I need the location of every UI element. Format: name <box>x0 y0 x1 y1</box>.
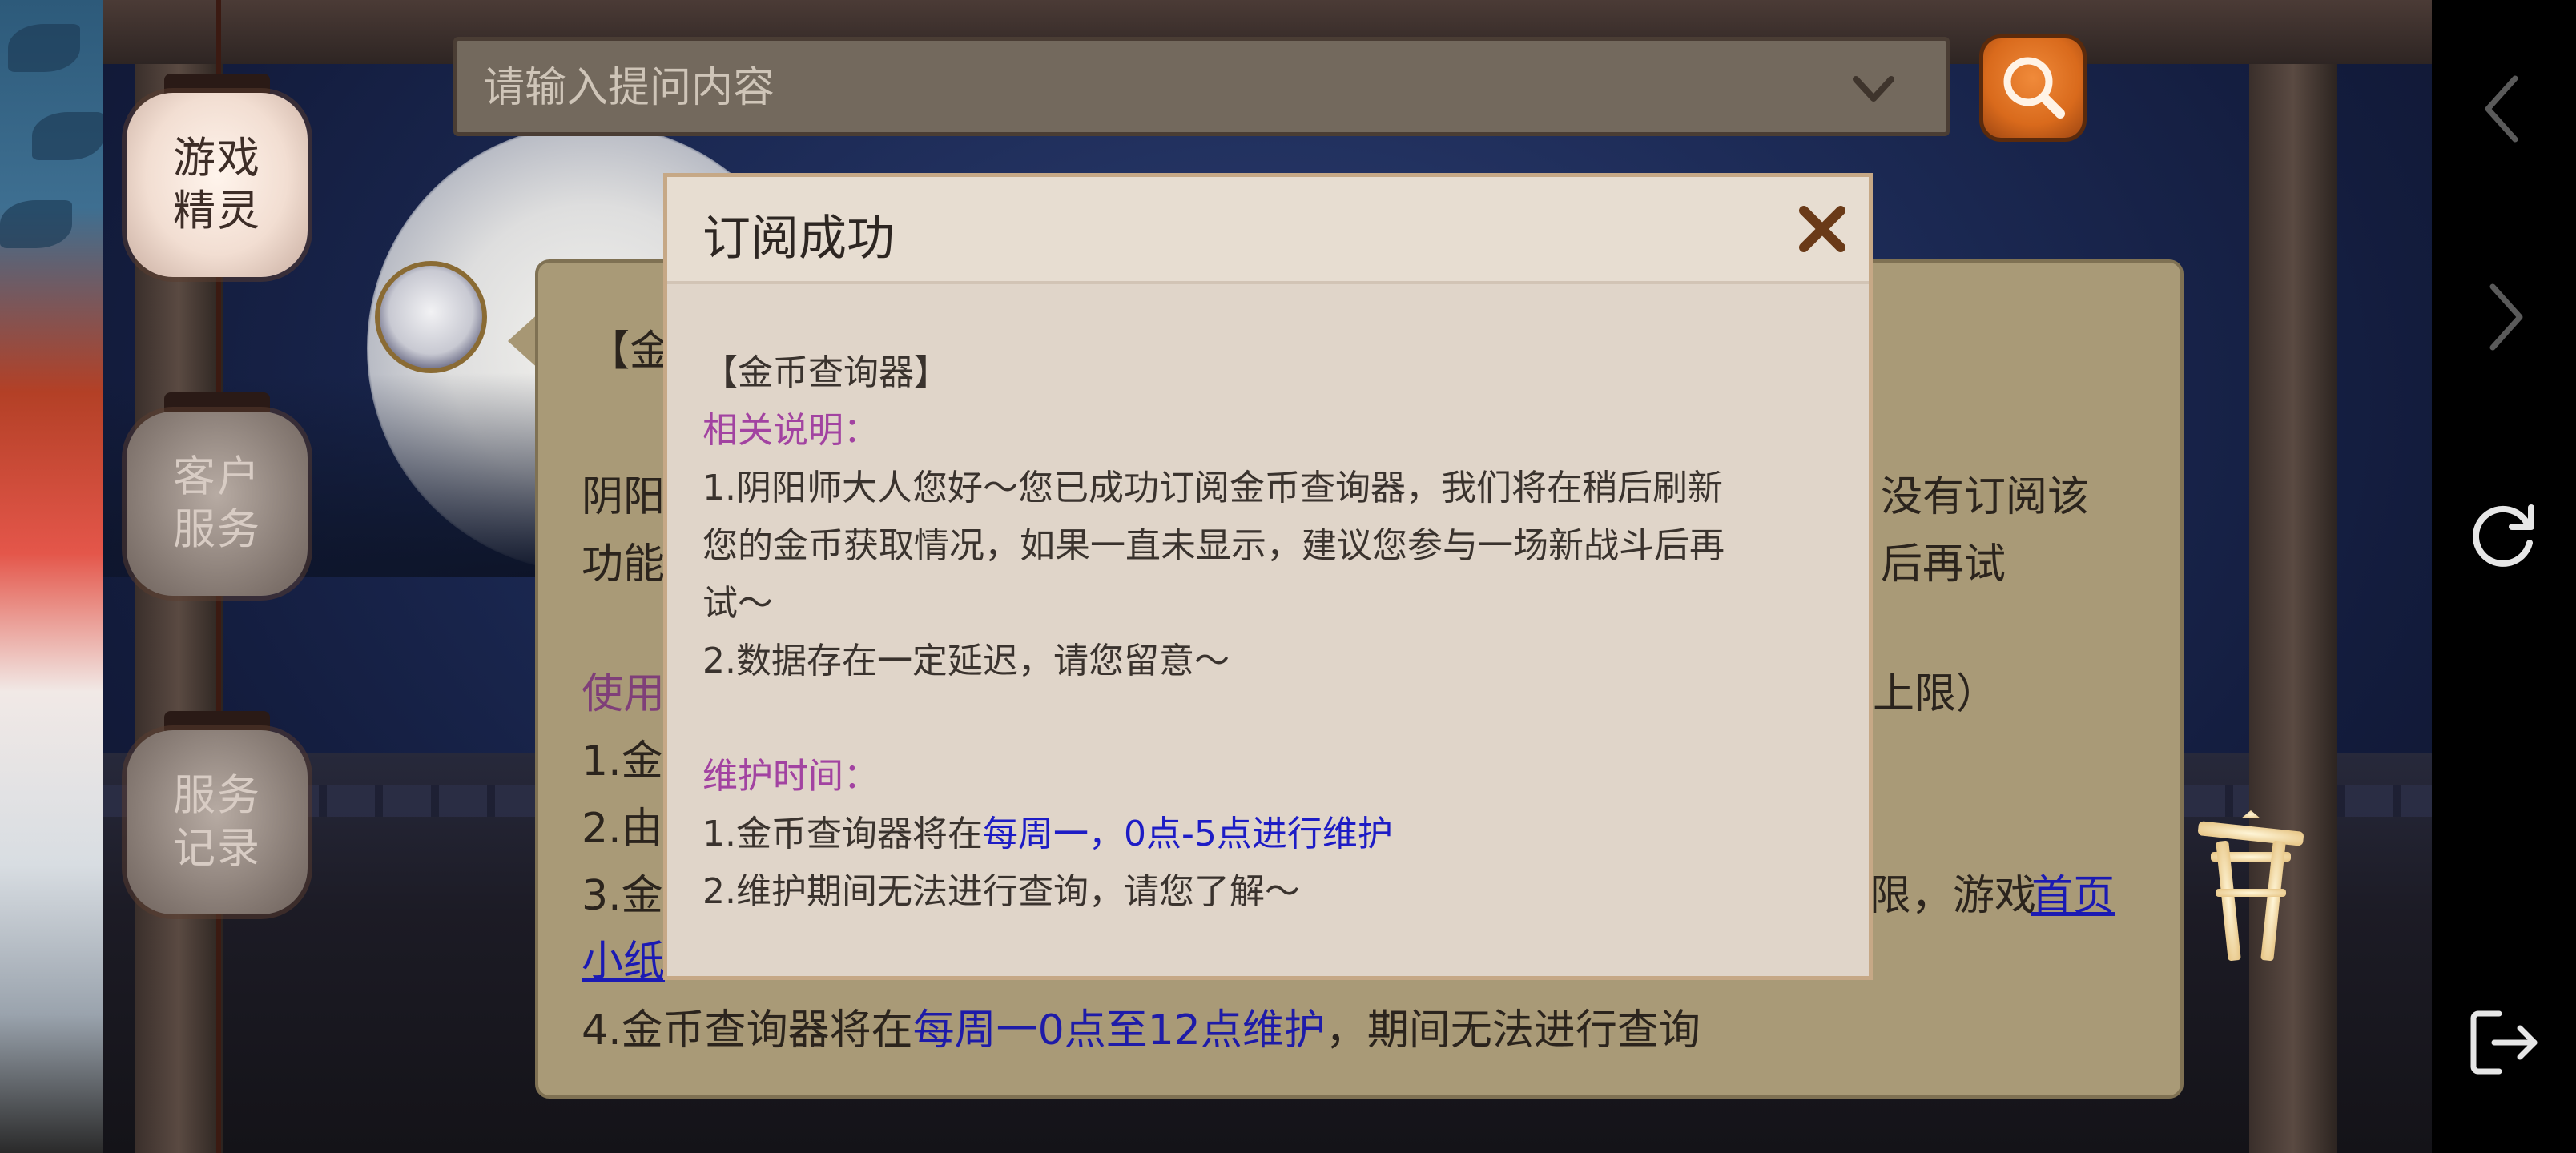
close-icon[interactable] <box>1793 199 1852 259</box>
search-input[interactable] <box>481 55 1798 121</box>
dialog-body: 【金币查询器】 相关说明： 1.阴阳师大人您好～您已成功订阅金币查询器，我们将在… <box>667 284 1869 976</box>
card-text: 1.金 <box>582 737 663 785</box>
subscription-success-dialog: 订阅成功 【金币查询器】 相关说明： 1.阴阳师大人您好～您已成功订阅金币查询器… <box>663 173 1873 980</box>
dialog-title: 订阅成功 <box>702 211 895 267</box>
card-text: 功能 <box>582 540 666 589</box>
dialog-text: 1.金币查询器将在 <box>702 814 983 854</box>
menu-label: 服务 <box>173 505 261 554</box>
dialog-text: 2.维护期间无法进行查询，请您了解～ <box>702 871 1300 912</box>
card-text: 后再试 <box>1881 540 2006 589</box>
home-page-link[interactable]: 首页 <box>2031 862 2115 922</box>
card-heading: 【金 <box>588 327 672 376</box>
menu-label: 客户 <box>173 452 261 501</box>
dialog-section-title: 相关说明： <box>702 410 879 451</box>
search-button[interactable] <box>1983 38 2083 138</box>
card-text: 4.金币查询器将在每周一0点至12点维护，期间无法进行查询 <box>582 996 1701 1056</box>
game-scene: 游戏精灵 客户服务 服务记录 【金 阴阳 没有订阅该 功能 后再试 使用 上限）… <box>0 0 2576 1153</box>
back-icon[interactable] <box>2464 69 2544 149</box>
dialog-text: ， <box>1088 814 1124 854</box>
dialog-text: 您的金币获取情况，如果一直未显示，建议您参与一场新战斗后再 <box>702 525 1725 566</box>
card-text: 4.金币查询器将在 <box>582 1006 913 1055</box>
card-text: 限，游戏 <box>1870 872 2037 920</box>
search-icon <box>2003 57 2065 119</box>
card-text: 没有订阅该 <box>1881 473 2090 521</box>
menu-label: 记录 <box>173 824 261 873</box>
dialog-section-title: 维护时间： <box>702 756 879 797</box>
menu-label: 服务 <box>173 771 261 820</box>
card-text: ，期间无法进行查询 <box>1325 1006 1701 1055</box>
menu-game-spirit[interactable]: 游戏 精灵 <box>127 93 308 277</box>
system-nav-rail <box>2432 0 2576 1153</box>
card-section-title: 使用 <box>582 670 666 718</box>
search-bar <box>453 37 1950 136</box>
bot-avatar <box>375 261 487 373</box>
dialog-text: 1.金币查询器将在每周一，0点-5点进行维护 <box>702 805 1393 856</box>
paper-man-link[interactable]: 小纸 <box>582 927 665 987</box>
left-artwork <box>0 0 104 1153</box>
forward-icon[interactable] <box>2464 277 2544 357</box>
dialog-subject: 【金币查询器】 <box>702 352 949 393</box>
chevron-down-icon[interactable] <box>1849 65 1898 113</box>
maintenance-hours: 0点-5点进行维护 <box>1123 814 1393 854</box>
card-text: 上限） <box>1873 670 1998 718</box>
torii-icon[interactable] <box>2195 809 2307 969</box>
card-text: 3.金 <box>582 872 663 920</box>
menu-label: 游戏 <box>173 134 261 183</box>
card-text: 2.由 <box>582 805 663 853</box>
menu-service-records[interactable]: 服务 记录 <box>127 730 308 914</box>
maintenance-day: 每周一 <box>982 814 1089 854</box>
dialog-text: 2.数据存在一定延迟，请您留意～ <box>702 641 1230 681</box>
menu-label: 精灵 <box>173 187 261 235</box>
dialog-header: 订阅成功 <box>667 177 1869 284</box>
menu-customer-service[interactable]: 客户 服务 <box>127 412 308 596</box>
dialog-text: 1.阴阳师大人您好～您已成功订阅金币查询器，我们将在稍后刷新 <box>702 468 1723 508</box>
refresh-icon[interactable] <box>2464 493 2544 573</box>
dialog-text: 试～ <box>702 583 773 624</box>
exit-icon[interactable] <box>2464 1002 2544 1083</box>
card-text: 阴阳 <box>582 473 666 521</box>
maintenance-time-highlight: 每周一0点至12点维护 <box>912 1006 1326 1055</box>
